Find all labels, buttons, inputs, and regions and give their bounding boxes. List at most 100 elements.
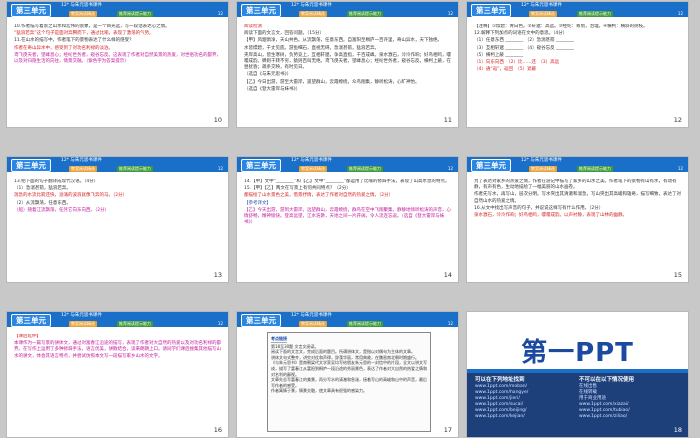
tab-reading[interactable]: 教案阅读精选	[69, 11, 97, 17]
header-page: 12	[447, 166, 453, 171]
tab-reading[interactable]: 教案阅读精选	[299, 166, 327, 172]
course-title: 12* 与朱元思书课件	[291, 3, 332, 8]
slide-number: 13	[213, 271, 222, 279]
slide-header: 第三单元 12* 与朱元思书课件 教案阅读精选 推荐阅读提示能力 12	[7, 312, 228, 329]
course-title: 12* 与朱元思书课件	[61, 313, 102, 318]
tab-ability[interactable]: 推荐阅读提示能力	[117, 11, 153, 17]
slide-text: （1）向东向西 （2）比……还 （3）高远	[474, 60, 560, 66]
tab-ability[interactable]: 推荐阅读提示能力	[117, 321, 153, 327]
box-text: 作者寓情于景，情景交融，使文章具有很强的感染力。	[271, 388, 367, 394]
slide-text: （选自《登大雷岸与妹书》）	[244, 86, 301, 92]
slide-text: “猛浪若奔”这个句子是面对奔腾而下，通过比喻，表现了激荡的气势。	[14, 31, 154, 37]
tab-reading[interactable]: 教案阅读精选	[529, 166, 557, 172]
tab-ability[interactable]: 推荐阅读提示能力	[347, 166, 383, 172]
unit-label: 第三单元	[471, 4, 511, 17]
tab-reading[interactable]: 教案阅读精选	[529, 11, 557, 17]
slide-text: 泉水激石，泠泠作响；好鸟相鸣，嘤嘤成韵。以声衬静，表现了山林的幽静。	[474, 213, 627, 219]
slide-grid: 第三单元 12* 与朱元思书课件 教案阅读精选 推荐阅读提示能力 12 10.作者描写着景…	[0, 0, 700, 438]
slide-body: 10.作者描写着景之山水和宏伟的景象，是一个目光远，写一段话表达心之情。 “猛浪若…	[14, 24, 222, 123]
slide-header: 第三单元 12* 与朱元思书课件 教案阅读精选 推荐阅读提示能力 12	[237, 157, 458, 174]
slide-header: 第三单元 12* 与朱元思书课件 教案阅读精选 推荐阅读提示能力 12	[7, 2, 228, 19]
col2-title: 不可以在以下情况使用	[579, 377, 635, 383]
tab-reading[interactable]: 教案阅读精选	[299, 321, 327, 327]
slide-text: 鸢飞戾天者，望峰息心；经纶世务者，窥谷忘反。这表现了作者对自然美景的热爱，对世俗…	[14, 52, 221, 65]
slide-header: 第三单元 12* 与朱元思书课件 教案阅读精选 推荐阅读提示能力 12	[237, 2, 458, 19]
slide-number: 17	[443, 426, 452, 434]
slide-text: 阅读检测	[244, 24, 262, 29]
slide-text: （1）急湍甚箭，猛浪若奔。	[14, 186, 71, 192]
slide-body: 13.把下面的句子翻译成现代汉语。（4分） （1）急湍甚箭，猛浪若奔。 湍急的水流比…	[14, 179, 222, 278]
box-text: 文章先总写富春江的美景，再分写水的清澈和急湍，接着写山的高峻和山中的声音，最后写…	[271, 377, 427, 388]
slide-text: 【课后延伸】	[14, 334, 41, 339]
slide-text: 【乙】今天出游，游到大雷岸，远望群山，云霞缭绕，群鸟在空中飞翔聚集，静静地倾听松…	[244, 207, 451, 226]
slide-thumbnail[interactable]: 第三单元 12* 与朱元思书课件 教案阅读精选 推荐阅读提示能力 12 为了表达对家乡的热…	[467, 157, 688, 282]
slide-number: 12	[673, 116, 682, 124]
brand-logo: 第一PPT	[521, 338, 634, 368]
link-text[interactable]: www.1ppt.com/ziliao/	[579, 414, 671, 420]
slide-thumbnail[interactable]: 第三单元 12* 与朱元思书课件 教案阅读精选 推荐阅读提示能力 12 阅读检测 阅读下面的…	[237, 2, 458, 127]
unit-label: 第三单元	[11, 4, 51, 17]
course-title: 12* 与朱元思书课件	[291, 313, 332, 318]
header-page: 12	[447, 11, 453, 16]
slide-thumbnail[interactable]: 第三单元 12* 与朱元思书课件 教案阅读精选 推荐阅读提示能力 12 13.把下面的句子…	[7, 157, 228, 282]
tab-ability[interactable]: 推荐阅读提示能力	[347, 11, 383, 17]
header-page: 12	[677, 11, 683, 16]
slide-text: 夹岸高山，皆生寒树，负势竞上，互相轩邈，争高直指，千百成峰。泉水激石，泠泠作响；…	[244, 52, 451, 71]
slide-text: 作者在奇山异水中，感受到了对功名利禄的淡泊。	[14, 45, 113, 51]
slide-body: 【注释】①缥碧：青白色。②轩邈：高远。③经纶：筹划，治理。④横柯：横斜的树枝。 1…	[474, 24, 682, 123]
slide-text: 16.从文中找出写声音的句子，并说说这样写有什么作用。（2分）	[474, 205, 604, 211]
slide-text: 都描绘了山水景色之美，借景抒情，表达了作者对自然的热爱之情。（2分）	[244, 193, 394, 199]
slide-text: 15.【甲】【乙】两文在写景上有何共同特点？（2分）	[244, 186, 351, 192]
slide-body: 阅读检测 阅读下面的文言文，回答问题。（15分） 【甲】风烟俱净，天山共色。从流飘荡…	[244, 24, 452, 123]
slide-thumbnail[interactable]: 第三单元 12* 与朱元思书课件 教案阅读精选 推荐阅读提示能力 12 10.作者描写着景…	[7, 2, 228, 127]
unit-label: 第三单元	[11, 159, 51, 172]
course-title: 12* 与朱元思书课件	[61, 158, 102, 163]
slide-number: 15	[673, 271, 682, 279]
slide-text: 13.把下面的句子翻译成现代汉语。（4分）	[14, 179, 99, 184]
tab-ability[interactable]: 推荐阅读提示能力	[577, 166, 613, 172]
tab-reading[interactable]: 教案阅读精选	[69, 166, 97, 172]
slide-text: 湍急的水流比箭还快，汹涌的波浪就像飞奔的马。（2分）	[14, 193, 128, 199]
tab-reading[interactable]: 教案阅读精选	[69, 321, 97, 327]
slide-text: （5）横柯上蔽 ________	[474, 52, 524, 58]
col1-title: 可以在下列地址找到	[475, 377, 525, 383]
slide-text: 【乙】今日出游，游至大雷岸，遥望群山，云霞缭绕，众鸟翔集，静听松涛，心旷神怡。	[244, 79, 420, 85]
course-title: 12* 与朱元思书课件	[291, 158, 332, 163]
unit-label: 第三单元	[11, 314, 51, 327]
slide-text: （选自《与朱元思书》）	[244, 72, 292, 78]
course-title: 12* 与朱元思书课件	[521, 3, 562, 8]
slide-body: 14.【甲】文中“________”和【乙】文中“________”都运用了比喻…	[244, 179, 452, 278]
slide-header: 第三单元 12* 与朱元思书课件 教案阅读精选 推荐阅读提示能力 12	[237, 312, 458, 329]
header-page: 12	[447, 321, 453, 326]
slide-thumbnail[interactable]: 第三单元 12* 与朱元思书课件 教案阅读精选 推荐阅读提示能力 12 14.【甲】文中“…	[237, 157, 458, 282]
slide-thumbnail-logo[interactable]: 第一PPT 可以在下列地址找到 www.1ppt.com/moban/www.1pp…	[467, 312, 688, 437]
tab-ability[interactable]: 推荐阅读提示能力	[347, 321, 383, 327]
slide-text: 为了表达对家乡的热爱之情，作者在游记中描写了家乡的山水之美。作者笔下的景物有山有…	[474, 179, 677, 191]
box-text: 《与朱元思书》是南朝梁代文学家吴均写给朋友朱元思的一封信中的片段，全文以骈文写成…	[271, 360, 427, 377]
slide-header: 第三单元 12* 与朱元思书课件 教案阅读精选 推荐阅读提示能力 12	[467, 2, 688, 19]
link-text[interactable]: www.1ppt.com/kejian/	[475, 414, 567, 420]
slide-text: 本课作为一篇写景的骈体文，通过对富春江沿途的描写，表现了作者对大自然的热爱以及对…	[14, 341, 221, 359]
tab-ability[interactable]: 推荐阅读提示能力	[577, 11, 613, 17]
slide-thumbnail[interactable]: 第三单元 12* 与朱元思书课件 教案阅读精选 推荐阅读提示能力 12 考点链接 第18至3…	[237, 312, 458, 437]
slide-header: 第三单元 12* 与朱元思书课件 教案阅读精选 推荐阅读提示能力 12	[7, 157, 228, 174]
slide-text: 水皆缥碧，千丈见底。游鱼细石，直视无碍。急湍甚箭，猛浪若奔。	[244, 45, 379, 51]
slide-text: 【参考译文】	[244, 200, 271, 206]
slide-text: 11.在山水的描写中，作者笔下的景物表达了什么样的感受？	[14, 38, 134, 44]
slide-text: 12.解释下列加点的词语在文中的意思。（4分）	[474, 31, 568, 37]
slide-body: 【课后延伸】本课作为一篇写景的骈体文，通过对富春江沿途的描写，表现了作者对大自然…	[14, 334, 222, 433]
slide-text: 作者先写水，再写山，层次分明。写水突出其清澈和湍急，写山突出其高峻和雄奇，描写细…	[474, 192, 681, 204]
slide-text: 【甲】风烟俱净，天山共色。从流飘荡，任意东西。自富阳至桐庐一百许里，奇山异水，天…	[244, 38, 442, 44]
slide-thumbnail[interactable]: 第三单元 12* 与朱元思书课件 教案阅读精选 推荐阅读提示能力 12 【课后延伸】本课作…	[7, 312, 228, 437]
header-page: 12	[217, 11, 223, 16]
course-title: 12* 与朱元思书课件	[521, 158, 562, 163]
slide-number: 10	[213, 116, 222, 124]
tab-reading[interactable]: 教案阅读精选	[299, 11, 327, 17]
slide-number: 18	[673, 426, 682, 434]
unit-label: 第三单元	[471, 159, 511, 172]
slide-thumbnail[interactable]: 第三单元 12* 与朱元思书课件 教案阅读精选 推荐阅读提示能力 12 【注释】①缥碧：青…	[467, 2, 688, 127]
slide-text: 10.作者描写着景之山水和宏伟的景象，是一个目光远，写一段话表达心之情。	[14, 24, 170, 29]
unit-label: 第三单元	[241, 159, 281, 172]
header-page: 12	[217, 321, 223, 326]
tab-ability[interactable]: 推荐阅读提示能力	[117, 166, 153, 172]
